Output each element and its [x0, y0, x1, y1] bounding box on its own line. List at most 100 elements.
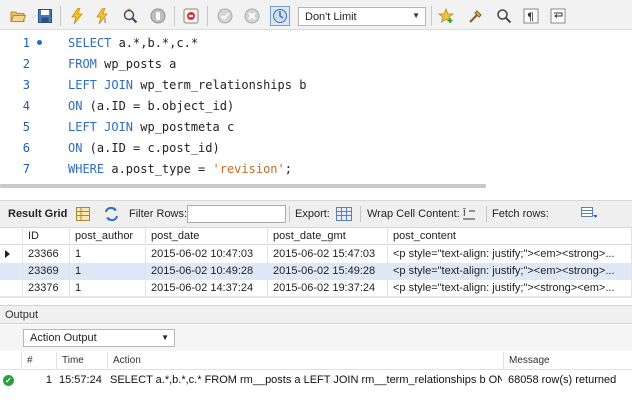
folder-open-icon[interactable] — [8, 6, 28, 26]
stop-icon[interactable] — [148, 6, 168, 26]
wrap-icon[interactable] — [548, 6, 568, 26]
limit-rows-value: Don't Limit — [305, 10, 357, 23]
output-row-message: 68058 row(s) returned — [508, 374, 617, 386]
header-col-post-content[interactable]: post_content — [388, 228, 632, 245]
sql-code: LEFT JOIN wp_postmeta c — [68, 120, 234, 134]
row-indicator[interactable] — [0, 246, 23, 263]
execute-icon[interactable] — [67, 6, 87, 26]
grid-view-icon[interactable] — [76, 201, 90, 227]
beautify-icon[interactable] — [466, 6, 486, 26]
output-row[interactable]: ✓ 1 15:57:24 SELECT a.*,b.*,c.* FROM rm_… — [0, 371, 632, 389]
output-col-time[interactable]: Time — [57, 352, 108, 370]
sql-text: (a.ID = b.object_id) — [82, 98, 235, 113]
editor-line[interactable]: 2 FROM wp_posts a — [0, 53, 632, 74]
commit-icon[interactable] — [215, 6, 235, 26]
line-number: 5 — [22, 119, 30, 134]
table-row[interactable]: 23366 1 2015-06-02 10:47:03 2015-06-02 15:4… — [0, 246, 632, 263]
cell-post-date[interactable]: 2015-06-02 14:37:24 — [146, 280, 268, 297]
header-col-id[interactable]: ID — [23, 228, 70, 245]
rollback-icon[interactable] — [242, 6, 262, 26]
editor-line[interactable]: 7 WHERE a.post_type = 'revision'; — [0, 158, 632, 179]
output-toolbar: Action Output ▼ — [0, 325, 632, 351]
sql-text: a.*,b.*,c.* — [111, 35, 199, 50]
editor-line[interactable]: 6 ON (a.ID = c.post_id) — [0, 137, 632, 158]
toggle-stop-on-error-icon[interactable] — [181, 6, 201, 26]
editor-horizontal-scrollbar[interactable] — [0, 184, 486, 188]
cell-post-date-gmt[interactable]: 2015-06-02 19:37:24 — [268, 280, 388, 297]
sql-string: 'revision' — [212, 161, 285, 176]
line-number: 1 — [22, 35, 30, 50]
editor-line[interactable]: 5 LEFT JOIN wp_postmeta c — [0, 116, 632, 137]
tab-result-grid[interactable]: Result Grid — [8, 201, 67, 227]
execute-current-icon[interactable]: I — [93, 6, 113, 26]
row-indicator[interactable] — [0, 280, 23, 297]
cell-post-content[interactable]: <p style="text-align: justify;"><strong>… — [388, 280, 632, 297]
sql-keyword: FROM — [68, 56, 97, 71]
output-col-message[interactable]: Message — [504, 352, 632, 370]
editor-line[interactable]: 3 LEFT JOIN wp_term_relationships b — [0, 74, 632, 95]
svg-text:Ī: Ī — [463, 208, 466, 219]
editor-line[interactable]: 1 SELECT a.*,b.*,c.* — [0, 32, 632, 53]
output-col-num[interactable]: # — [22, 352, 57, 370]
sql-text: wp_posts a — [96, 56, 177, 71]
row-indicator[interactable] — [0, 263, 23, 280]
chevron-down-icon: ▼ — [412, 11, 420, 20]
filter-rows-label: Filter Rows: — [129, 208, 188, 220]
table-row[interactable]: 23376 1 2015-06-02 14:37:24 2015-06-02 19:3… — [0, 280, 632, 297]
autocommit-icon[interactable] — [270, 6, 290, 26]
current-row-arrow-icon — [5, 250, 10, 258]
sql-code: FROM wp_posts a — [68, 57, 176, 71]
result-grid: ID post_author post_date post_date_gmt post_… — [0, 228, 632, 298]
wrap-cell-icon[interactable]: Ī — [462, 201, 476, 227]
cell-post-author[interactable]: 1 — [70, 263, 146, 280]
sql-code: ON (a.ID = c.post_id) — [68, 141, 220, 155]
output-header: # Time Action Message — [0, 352, 632, 370]
header-col-post-date[interactable]: post_date — [146, 228, 268, 245]
table-row[interactable]: 23369 1 2015-06-02 10:49:28 2015-06-02 15:4… — [0, 263, 632, 280]
cell-post-date[interactable]: 2015-06-02 10:47:03 — [146, 246, 268, 263]
editor-line[interactable]: 4 ON (a.ID = b.object_id) — [0, 95, 632, 116]
cell-post-content[interactable]: <p style="text-align: justify;"><em><str… — [388, 246, 632, 263]
cell-id[interactable]: 23366 — [23, 246, 70, 263]
output-col-action[interactable]: Action — [108, 352, 504, 370]
cell-id[interactable]: 23369 — [23, 263, 70, 280]
output-type-select[interactable]: Action Output ▼ — [23, 329, 175, 347]
cell-post-author[interactable]: 1 — [70, 246, 146, 263]
sql-keyword: LEFT JOIN — [68, 77, 134, 92]
fetch-rows-icon[interactable] — [581, 201, 597, 227]
snippet-star-icon[interactable] — [436, 6, 456, 26]
invisible-chars-icon[interactable]: ¶ — [521, 6, 541, 26]
explain-icon[interactable] — [120, 6, 140, 26]
cell-post-date-gmt[interactable]: 2015-06-02 15:47:03 — [268, 246, 388, 263]
line-number: 3 — [22, 77, 30, 92]
limit-rows-select[interactable]: Don't Limit ▼ — [298, 7, 426, 26]
sql-code: LEFT JOIN wp_term_relationships b — [68, 78, 306, 92]
filter-rows-input[interactable] — [187, 205, 286, 223]
grid-horizontal-scrollbar[interactable] — [0, 296, 632, 298]
sql-keyword: WHERE — [68, 161, 105, 176]
sql-text: wp_term_relationships b — [133, 77, 307, 92]
sql-keyword: LEFT JOIN — [68, 119, 134, 134]
refresh-icon[interactable] — [104, 201, 119, 227]
export-icon[interactable] — [336, 201, 352, 227]
cell-post-date[interactable]: 2015-06-02 10:49:28 — [146, 263, 268, 280]
cell-id[interactable]: 23376 — [23, 280, 70, 297]
sql-keyword: ON — [68, 140, 83, 155]
sql-editor[interactable]: 1 SELECT a.*,b.*,c.* 2 FROM wp_posts a 3 LEFT… — [0, 30, 632, 182]
line-number: 2 — [22, 56, 30, 71]
header-col-post-date-gmt[interactable]: post_date_gmt — [268, 228, 388, 245]
find-icon[interactable] — [494, 6, 514, 26]
chevron-down-icon: ▼ — [161, 333, 169, 342]
sql-code: WHERE a.post_type = 'revision'; — [68, 162, 292, 176]
statement-marker-icon — [37, 40, 42, 45]
cell-post-author[interactable]: 1 — [70, 280, 146, 297]
output-type-value: Action Output — [30, 332, 97, 344]
cell-post-content[interactable]: <p style="text-align: justify;"><em><str… — [388, 263, 632, 280]
line-number: 6 — [22, 140, 30, 155]
header-col-post-author[interactable]: post_author — [70, 228, 146, 245]
save-icon[interactable] — [35, 6, 55, 26]
svg-text:I: I — [104, 17, 106, 24]
line-number: 7 — [22, 161, 30, 176]
result-toolbar: Result Grid Filter Rows: Export: Wrap Ce… — [0, 200, 632, 228]
cell-post-date-gmt[interactable]: 2015-06-02 15:49:28 — [268, 263, 388, 280]
